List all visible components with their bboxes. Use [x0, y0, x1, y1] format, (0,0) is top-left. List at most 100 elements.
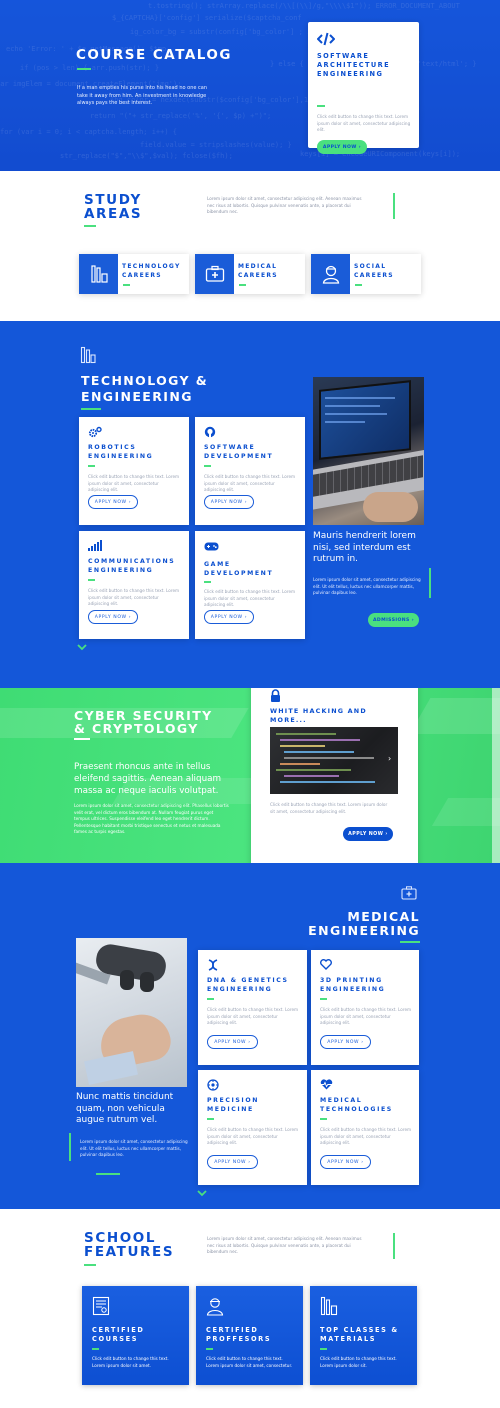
code-icon — [317, 32, 335, 46]
feature-text: Click edit button to change this text. L… — [206, 1356, 293, 1368]
code-screen-photo: › — [270, 727, 398, 794]
accent-bar — [123, 284, 130, 286]
feature-card: CERTIFIED PROFFESORS Click edit button t… — [196, 1286, 303, 1385]
accent-bar — [84, 225, 96, 227]
study-title: STUDY AREAS — [84, 192, 143, 222]
cyber-card-title: WHITE HACKING AND MORE... — [270, 707, 367, 724]
card-title: COMMUNICATIONS ENGINEERING — [88, 558, 176, 574]
certificate-icon — [92, 1296, 110, 1316]
feature-card: TOP CLASSES & MATERIALS Click edit butto… — [310, 1286, 417, 1385]
atom-icon — [207, 1079, 219, 1091]
accent-bar — [320, 1118, 327, 1120]
feature-text: Click edit button to change this text. L… — [92, 1356, 169, 1368]
tools-icon — [80, 346, 96, 364]
medical-kit-icon — [195, 254, 234, 294]
cogs-icon — [88, 426, 102, 438]
apply-now-button[interactable]: APPLY NOW › — [207, 1155, 258, 1169]
area-label: TECHNOLOGY CAREERS — [122, 263, 181, 279]
hero-section: t.tostring(); strArray.replace(/\\[(\\]/… — [0, 0, 500, 171]
medical-kit-icon — [401, 886, 417, 900]
accent-bar — [74, 738, 90, 740]
feature-text: Click edit button to change this text. L… — [320, 1356, 397, 1368]
page: t.tostring(); strArray.replace(/\\[(\\]/… — [0, 0, 500, 1408]
tools-icon — [79, 254, 118, 294]
accent-bar — [207, 998, 214, 1000]
lock-icon — [270, 689, 281, 702]
tech-title: TECHNOLOGY & ENGINEERING — [81, 373, 209, 404]
card-text: Click edit button to change this text. L… — [204, 474, 296, 492]
cyber-subtitle: Praesent rhoncus ante in tellus eleifend… — [74, 762, 222, 796]
medical-section: MEDICAL ENGINEERING Nunc mattis tincidun… — [0, 863, 500, 1209]
card-text: Click edit button to change this text. L… — [207, 1007, 299, 1025]
materials-icon — [320, 1296, 338, 1316]
chevron-right-icon[interactable]: › — [388, 755, 391, 763]
features-section: SCHOOL FEATURES Lorem ipsum dolor sit am… — [0, 1209, 500, 1408]
accent-bar — [204, 581, 211, 583]
apply-now-button[interactable]: APPLY NOW › — [88, 495, 138, 509]
course-card: MEDICAL TECHNOLOGIES Click edit button t… — [311, 1070, 419, 1185]
course-card: GAME DEVELOPMENT Click edit button to ch… — [195, 531, 305, 639]
accent-bar — [400, 941, 420, 943]
course-card: ROBOTICS ENGINEERING Click edit button t… — [79, 417, 189, 525]
laptop-photo — [313, 377, 424, 525]
features-text: Lorem ipsum dolor sit amet, consectetur … — [207, 1236, 362, 1254]
accent-bar — [96, 1173, 120, 1175]
medical-title: MEDICAL ENGINEERING — [308, 909, 420, 938]
cyber-title: CYBER SECURITY & CRYPTOLOGY — [74, 708, 213, 736]
study-area-social[interactable]: SOCIAL CAREERS — [311, 254, 421, 294]
medical-text: Lorem ipsum dolor sit amet, consectetur … — [80, 1139, 188, 1157]
course-card: COMMUNICATIONS ENGINEERING Click edit bu… — [79, 531, 189, 639]
cyber-text: Lorem ipsum dolor sit amet, consectetur … — [74, 803, 229, 834]
study-area-technology[interactable]: TECHNOLOGY CAREERS — [79, 254, 189, 294]
admissions-button[interactable]: ADMISSIONS › — [368, 613, 419, 627]
decor-stripe — [431, 798, 500, 826]
gamepad-icon — [204, 542, 219, 551]
card-title: PRECISION MEDICINE — [207, 1097, 259, 1113]
card-text: Click edit button to change this text. L… — [207, 1127, 299, 1145]
github-icon — [204, 426, 216, 438]
hero-title: COURSE CATALOG — [76, 47, 232, 63]
course-card: DNA & GENETICS ENGINEERING Click edit bu… — [198, 950, 307, 1065]
feature-title: TOP CLASSES & MATERIALS — [320, 1326, 399, 1343]
feature-title: CERTIFIED PROFFESORS — [206, 1326, 272, 1343]
apply-now-button[interactable]: APPLY NOW › — [204, 610, 254, 624]
chevron-down-icon[interactable] — [77, 644, 87, 651]
apply-now-button[interactable]: APPLY NOW › — [320, 1035, 371, 1049]
features-title: SCHOOL FEATURES — [84, 1230, 175, 1260]
card-title: GAME DEVELOPMENT — [204, 561, 274, 577]
area-label: SOCIAL CAREERS — [354, 263, 394, 279]
accent-bar — [81, 408, 101, 410]
study-section: STUDY AREAS Lorem ipsum dolor sit amet, … — [0, 171, 500, 321]
accent-bar — [88, 465, 95, 467]
apply-now-button[interactable]: APPLY NOW › — [204, 495, 254, 509]
cyber-card-text: Click edit button to change this text. L… — [270, 802, 388, 814]
course-card: 3D PRINTING ENGINEERING Click edit butto… — [311, 950, 419, 1065]
card-text: Click edit button to change this text. L… — [320, 1127, 412, 1145]
tech-text: Lorem ipsum dolor sit amet, consectetur … — [313, 577, 421, 595]
cyber-card: WHITE HACKING AND MORE... › Click edit b… — [251, 688, 418, 863]
card-title: DNA & GENETICS ENGINEERING — [207, 977, 289, 993]
accent-bar — [207, 1118, 214, 1120]
apply-now-button[interactable]: APPLY NOW › — [343, 827, 393, 841]
card-title: 3D PRINTING ENGINEERING — [320, 977, 386, 993]
apply-now-button[interactable]: APPLY NOW › — [88, 610, 138, 624]
tech-section: TECHNOLOGY & ENGINEERING ROBOTICS ENGINE… — [0, 321, 500, 688]
accent-bar — [239, 284, 246, 286]
heartbeat-icon — [320, 1079, 333, 1090]
apply-now-button[interactable]: APPLY NOW › — [207, 1035, 258, 1049]
divider-line — [429, 568, 431, 598]
heart-icon — [320, 959, 332, 970]
divider-line — [69, 1133, 71, 1161]
hero-course-card: SOFTWARE ARCHITECTURE ENGINEERING Click … — [308, 22, 419, 154]
apply-now-button[interactable]: APPLY NOW › — [320, 1155, 371, 1169]
card-text: Click edit button to change this text. L… — [320, 1007, 412, 1025]
edge-strip — [492, 688, 500, 863]
hero-card-title: SOFTWARE ARCHITECTURE ENGINEERING — [317, 52, 391, 78]
apply-now-button[interactable]: APPLY NOW › — [317, 140, 367, 154]
divider-line — [393, 193, 395, 219]
course-card: SOFTWARE DEVELOPMENT Click edit button t… — [195, 417, 305, 525]
cyber-section: CYBER SECURITY & CRYPTOLOGY Praesent rho… — [0, 688, 500, 863]
accent-bar — [88, 579, 95, 581]
chevron-down-icon[interactable] — [197, 1190, 207, 1197]
study-area-medical[interactable]: MEDICAL CAREERS — [195, 254, 305, 294]
